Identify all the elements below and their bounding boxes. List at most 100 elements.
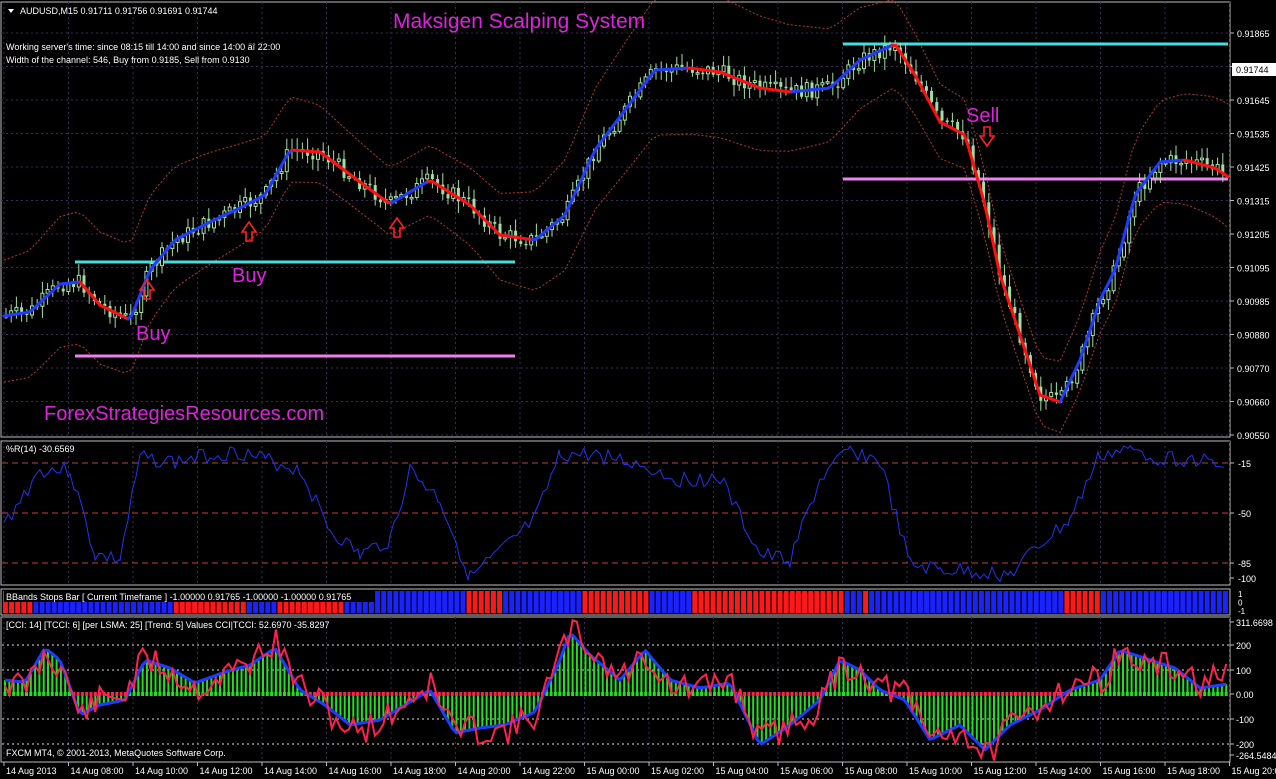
cci-zero-dot: [635, 692, 639, 696]
bbands-bar: [491, 591, 496, 613]
cci-zero-dot: [46, 692, 50, 696]
cci-zero-dot: [1160, 692, 1164, 696]
bbands-bar: [1107, 591, 1112, 613]
candle-body: [409, 196, 414, 200]
bbands-bar: [1015, 591, 1021, 613]
bbands-bar: [643, 591, 649, 613]
candle-body: [930, 90, 934, 103]
bbands-bar: [1131, 591, 1137, 613]
bbands-bar: [887, 591, 893, 613]
cci-zero-dot: [476, 692, 480, 696]
bbands-bar: [600, 591, 606, 613]
cci-zero-dot: [1117, 692, 1121, 696]
bbands-bar: [966, 591, 972, 613]
cci-zero-dot: [614, 692, 618, 696]
cci-zero-dot: [915, 692, 919, 696]
candle-body: [592, 158, 596, 161]
cci-zero-dot: [166, 692, 170, 696]
candle-body: [768, 82, 772, 84]
cci-zero-dot: [93, 692, 97, 696]
cci-zero-dot: [562, 692, 566, 696]
cci-zero-dot: [910, 692, 914, 696]
cci-zero-dot: [381, 692, 385, 696]
bbands-bar: [674, 591, 679, 613]
bbands-bar: [741, 591, 746, 613]
cci-zero-dot: [1173, 692, 1177, 696]
bbands-bar: [802, 591, 807, 613]
cci-zero-dot: [1039, 692, 1043, 696]
time-tick-label: 15 Aug 18:00: [1167, 766, 1220, 776]
bbands-bar: [979, 591, 984, 613]
cci-zero-dot: [37, 692, 41, 696]
chart-window[interactable]: Buy Buy Sell AUDUSD,M15 0.91711 0.91756 0.…: [0, 0, 1276, 779]
cci-zero-dot: [768, 692, 772, 696]
cci-zero-dot: [919, 692, 923, 696]
bbands-bar: [466, 591, 472, 613]
cci-zero-dot: [657, 692, 661, 696]
bbands-bar: [417, 591, 423, 613]
cci-zero-dot: [334, 692, 338, 696]
bbands-bar: [1119, 591, 1125, 613]
bbands-bar: [655, 591, 661, 613]
cci-zero-dot: [515, 692, 519, 696]
cci-tick-label: -200: [1236, 740, 1254, 750]
cci-zero-dot: [936, 692, 940, 696]
cci-zero-dot: [949, 692, 953, 696]
cci-zero-dot: [270, 692, 274, 696]
cci-zero-dot: [854, 692, 858, 696]
bbands-bar: [936, 591, 942, 613]
bbands-bar: [1094, 591, 1100, 613]
cci-zero-dot: [996, 692, 1000, 696]
time-tick-label: 14 Aug 08:00: [71, 766, 124, 776]
bbands-bar: [375, 591, 380, 613]
cci-zero-dot: [773, 692, 777, 696]
bbands-bar: [1192, 591, 1198, 613]
bbands-bar: [710, 591, 716, 613]
price-tick-label: 0.90550: [1237, 431, 1270, 441]
price-tick-label: 0.90985: [1237, 297, 1270, 307]
bbands-bar: [594, 591, 600, 613]
cci-zero-dot: [158, 692, 162, 696]
cci-zero-dot: [1121, 692, 1125, 696]
bbands-bar: [460, 591, 466, 613]
candle-body: [61, 288, 65, 292]
bbands-bar: [381, 591, 387, 613]
bbands-bar: [576, 591, 582, 613]
cci-zero-dot: [446, 692, 450, 696]
cci-zero-dot: [364, 692, 368, 696]
bbands-bar: [985, 591, 990, 613]
bbands-bar: [521, 591, 527, 613]
cci-zero-dot: [3, 692, 7, 696]
candle-body: [1101, 299, 1106, 305]
candle-body: [524, 243, 528, 246]
bbands-bar: [1186, 591, 1192, 613]
cci-zero-dot: [652, 692, 656, 696]
chart-title: Maksigen Scalping System: [393, 10, 645, 33]
time-tick-label: 15 Aug 20:00: [1232, 766, 1276, 776]
cci-zero-dot: [136, 692, 140, 696]
cci-zero-dot: [609, 692, 613, 696]
cci-zero-dot: [876, 692, 880, 696]
bbands-bar: [527, 591, 533, 613]
price-tick-label: 0.91315: [1237, 197, 1270, 207]
cci-zero-dot: [850, 692, 854, 696]
cci-zero-dot: [730, 692, 734, 696]
cci-zero-dot: [837, 692, 841, 696]
bbands-bar: [881, 591, 887, 613]
cci-zero-dot: [287, 692, 291, 696]
cci-zero-dot: [579, 692, 583, 696]
cci-zero-dot: [291, 692, 295, 696]
cci-zero-dot: [571, 692, 575, 696]
cci-zero-dot: [923, 692, 927, 696]
cci-zero-dot: [558, 692, 562, 696]
bbands-bar: [692, 591, 698, 613]
cci-zero-dot: [214, 692, 218, 696]
cci-zero-dot: [111, 692, 114, 696]
cci-zero-dot: [498, 692, 501, 696]
wpr-tick-label: -100: [1238, 574, 1256, 584]
cci-zero-dot: [1035, 692, 1039, 696]
candle-body: [493, 221, 497, 224]
cci-zero-dot: [192, 692, 196, 696]
cci-zero-dot: [1078, 692, 1082, 696]
bbands-bar: [484, 591, 490, 613]
